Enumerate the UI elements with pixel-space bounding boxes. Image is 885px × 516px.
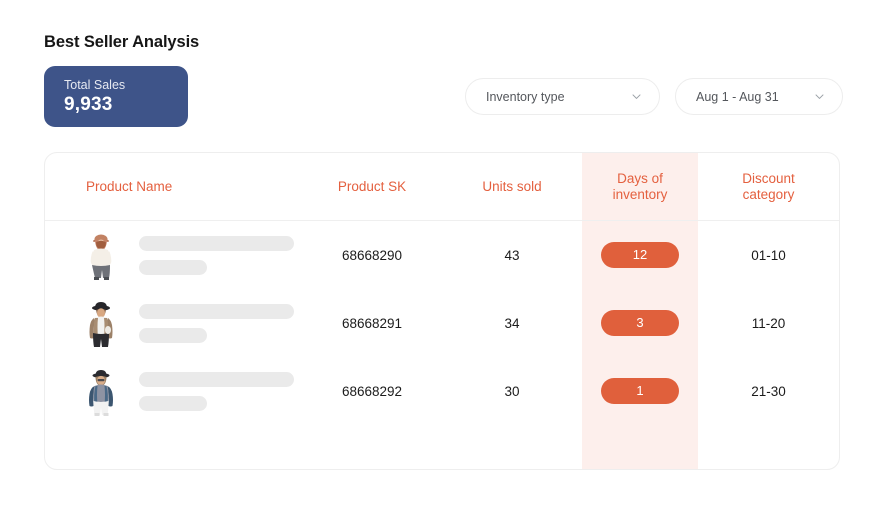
product-name-cell [45, 365, 302, 417]
column-header-units-sold[interactable]: Units sold [442, 178, 582, 195]
skeleton-bar-primary [139, 371, 294, 387]
best-seller-analysis-page: Best Seller Analysis Total Sales 9,933 I… [0, 0, 885, 516]
days-of-inventory-cell: 12 [582, 242, 698, 268]
total-sales-value: 9,933 [64, 94, 113, 115]
date-range-label: Aug 1 - Aug 31 [696, 89, 779, 104]
total-sales-card: Total Sales 9,933 [44, 66, 188, 127]
skeleton-bar-secondary [139, 327, 207, 343]
skeleton-bar-primary [139, 235, 294, 251]
inventory-type-label: Inventory type [486, 89, 565, 104]
product-name-cell [45, 229, 302, 281]
table-body: 68668290 43 12 01-10 68668291 34 3 11-20… [45, 221, 839, 425]
product-thumbnail [81, 297, 121, 349]
column-header-days-of-inventory[interactable]: Days of inventory [582, 171, 698, 203]
column-header-discount-category-line1: Discount [742, 170, 795, 186]
table-row[interactable]: 68668291 34 3 11-20 [45, 289, 839, 357]
column-header-discount-category[interactable]: Discount category [698, 171, 839, 203]
skeleton-bar-secondary [139, 395, 207, 411]
column-header-product-sk[interactable]: Product SK [302, 178, 442, 195]
chevron-down-icon [631, 91, 642, 102]
product-name-placeholder [139, 303, 294, 343]
skeleton-bar-secondary [139, 259, 207, 275]
product-name-cell [45, 297, 302, 349]
days-of-inventory-badge: 1 [601, 378, 679, 404]
days-of-inventory-badge: 3 [601, 310, 679, 336]
skeleton-bar-primary [139, 303, 294, 319]
page-title: Best Seller Analysis [44, 33, 200, 51]
table-header-row: Product Name Product SK Units sold Days … [45, 153, 839, 221]
column-header-days-of-inventory-line1: Days of [617, 170, 663, 186]
days-of-inventory-cell: 1 [582, 378, 698, 404]
discount-category-value: 21-30 [751, 383, 786, 399]
discount-category-value: 11-20 [751, 315, 786, 331]
table-row[interactable]: 68668290 43 12 01-10 [45, 221, 839, 289]
days-of-inventory-badge: 12 [601, 242, 679, 268]
column-header-discount-category-line2: category [742, 186, 795, 202]
product-thumbnail [81, 365, 121, 417]
product-name-placeholder [139, 235, 294, 275]
units-sold-value: 30 [504, 383, 520, 399]
table-row[interactable]: 68668292 30 1 21-30 [45, 357, 839, 425]
units-sold-value: 43 [504, 247, 520, 263]
discount-category-value: 01-10 [751, 247, 786, 263]
product-sk-value: 68668292 [341, 383, 403, 399]
product-thumbnail [81, 229, 121, 281]
best-seller-table: Product Name Product SK Units sold Days … [44, 152, 840, 470]
product-sk-value: 68668291 [341, 315, 403, 331]
column-header-product-name[interactable]: Product Name [45, 178, 302, 195]
inventory-type-dropdown[interactable]: Inventory type [465, 78, 660, 115]
days-of-inventory-cell: 3 [582, 310, 698, 336]
product-sk-value: 68668290 [341, 247, 403, 263]
units-sold-value: 34 [504, 315, 520, 331]
date-range-dropdown[interactable]: Aug 1 - Aug 31 [675, 78, 843, 115]
column-header-days-of-inventory-line2: inventory [612, 186, 668, 202]
total-sales-label: Total Sales [64, 78, 126, 92]
chevron-down-icon [814, 91, 825, 102]
product-name-placeholder [139, 371, 294, 411]
